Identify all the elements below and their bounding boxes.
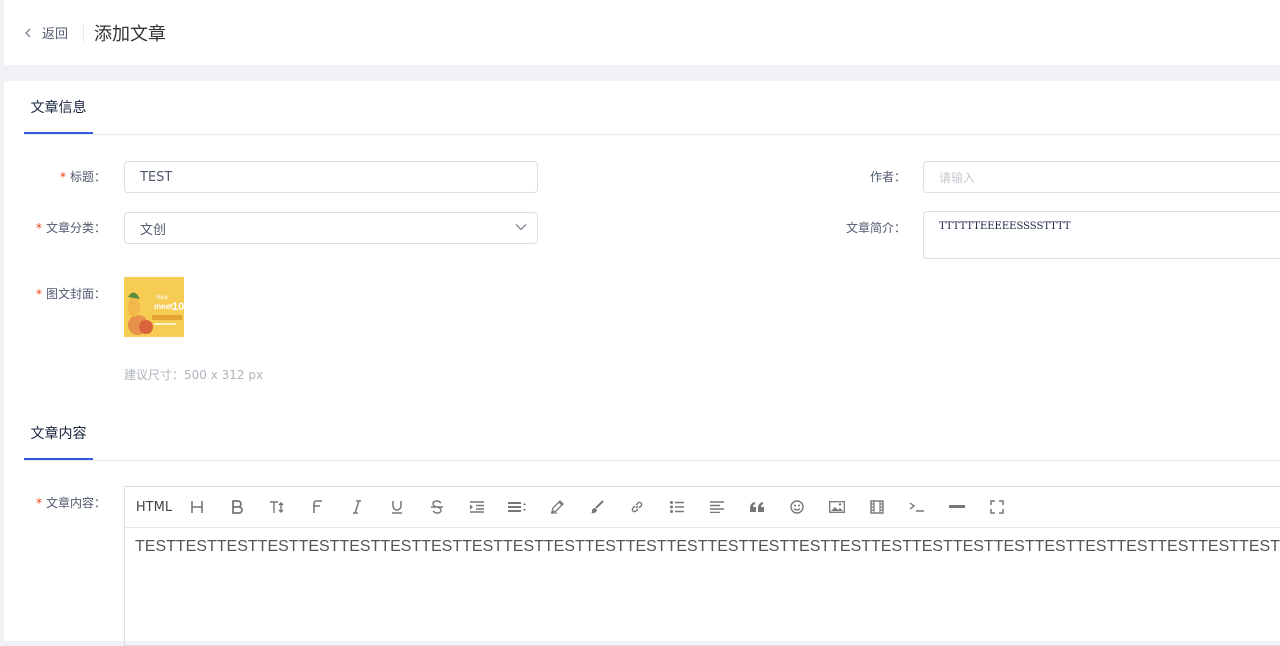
line-height-button[interactable] [497,492,537,522]
category-select[interactable]: 文创 [124,212,538,244]
bold-icon [232,500,243,514]
divider-button[interactable] [937,492,977,522]
bold-button[interactable] [217,492,257,522]
link-button[interactable] [617,492,657,522]
title-input-value: TEST [140,169,173,185]
fullscreen-icon [990,500,1004,514]
strikethrough-button[interactable] [417,492,457,522]
category-label: * 文章分类： [35,221,106,235]
font-family-button[interactable] [297,492,337,522]
font-size-icon [270,501,284,513]
font-family-icon [313,500,322,513]
back-button[interactable]: 返回 [24,23,68,42]
section-divider [24,134,1280,135]
back-label: 返回 [42,27,69,42]
italic-icon [353,500,361,514]
summary-label: 文章简介： [845,221,906,235]
brush-icon [591,500,604,514]
quote-button[interactable] [737,492,777,522]
svg-text:meet: meet [154,302,173,311]
link-icon [631,501,643,513]
video-button[interactable] [857,492,897,522]
heading-button[interactable] [177,492,217,522]
required-mark: * [59,170,66,184]
emoji-button[interactable] [777,492,817,522]
cover-size-hint: 建议尺寸：500 x 312 px [124,368,264,382]
code-button[interactable] [897,492,937,522]
section-divider [24,460,1280,461]
author-label: 作者： [869,170,906,184]
author-placeholder: 请输入 [939,170,976,185]
form-card: 文章信息 * 标题： TEST 作者： 请输入 * 文章分类： 文创 文章简介： T… [4,81,1280,646]
font-size-button[interactable] [257,492,297,522]
cover-image[interactable]: Nice meet 10 [124,277,184,337]
summary-value: TTTTTTEEEEESSSSTTTT [939,221,1071,232]
required-mark: * [35,221,42,235]
title-input[interactable]: TEST [124,161,538,193]
svg-text:Nice: Nice [156,295,169,301]
author-input[interactable]: 请输入 [923,161,1280,193]
cover-label: * 图文封面： [35,287,106,301]
indent-icon [470,501,484,513]
color-button[interactable] [577,492,617,522]
align-left-icon [710,501,724,513]
image-icon [829,501,845,513]
heading-icon [191,501,203,513]
tab-article-content[interactable]: 文章内容 [24,407,93,460]
chevron-down-icon [515,224,527,231]
smile-icon [790,500,804,514]
svg-text:10: 10 [172,301,184,313]
highlight-button[interactable] [537,492,577,522]
editor-content[interactable]: TESTTESTTESTTESTTESTTESTTESTTESTTESTTEST… [125,528,1280,566]
underline-icon [392,501,402,514]
image-button[interactable] [817,492,857,522]
terminal-icon [909,502,924,512]
strikethrough-icon [431,500,443,514]
horizontal-rule-icon [949,505,965,508]
indent-button[interactable] [457,492,497,522]
page-header: 返回 添加文章 [4,0,1280,65]
quote-icon [750,502,764,512]
list-button[interactable] [657,492,697,522]
rich-text-editor[interactable]: HTML TESTTESTTESTTESTTESTTESTTESTTESTTES… [124,486,1280,646]
align-button[interactable] [697,492,737,522]
tab-article-info[interactable]: 文章信息 [24,81,93,134]
required-mark: * [35,287,42,301]
content-label: * 文章内容： [35,496,106,510]
film-icon [870,500,884,514]
chevron-left-icon [25,28,31,37]
html-mode-button[interactable]: HTML [131,492,177,522]
pen-icon [551,500,564,514]
required-mark: * [35,496,42,510]
line-height-icon [508,502,526,512]
category-select-value: 文创 [140,222,167,238]
italic-button[interactable] [337,492,377,522]
title-label: * 标题： [59,170,106,184]
list-icon [670,501,684,513]
underline-button[interactable] [377,492,417,522]
summary-textarea[interactable]: TTTTTTEEEEESSSSTTTT [923,211,1280,259]
header-divider [83,23,85,42]
page-title: 添加文章 [94,23,167,45]
editor-toolbar: HTML [125,487,1280,528]
fullscreen-button[interactable] [977,492,1017,522]
